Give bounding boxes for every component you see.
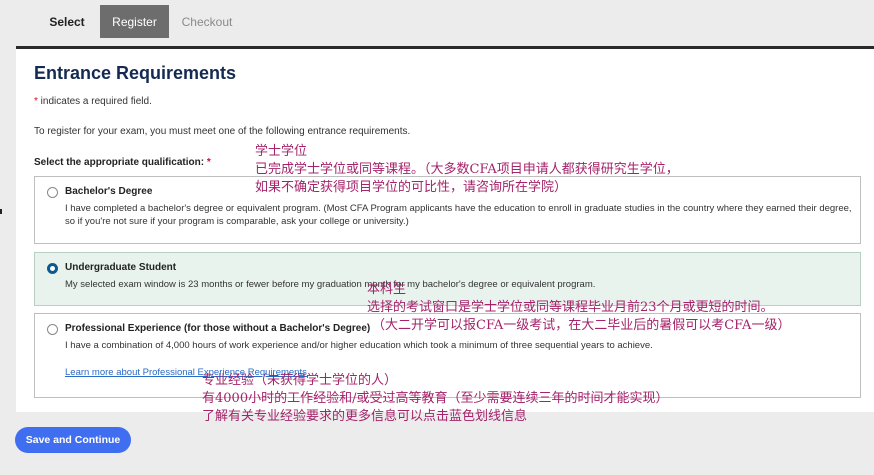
annotation-text: 如果不确定获得项目学位的可比性，请咨询所在学院） <box>255 180 568 195</box>
option-description: I have completed a bachelor's degree or … <box>65 203 852 227</box>
radio-professional-experience[interactable] <box>47 324 58 335</box>
page-title: Entrance Requirements <box>34 63 237 83</box>
annotation-text: 有4000小时的工作经验和/或受过高等教育（至少需要连续三年的时间才能实现） <box>202 391 669 406</box>
option-title: Bachelor's Degree <box>65 186 153 197</box>
option-title: Undergraduate Student <box>65 262 177 273</box>
annotation-text: 专业经验（未获得学士学位的人） <box>202 373 398 388</box>
option-description: I have a combination of 4,000 hours of w… <box>65 340 653 351</box>
step-select[interactable]: Select <box>36 5 98 38</box>
option-title: Professional Experience (for those witho… <box>65 323 371 334</box>
radio-bachelors-degree[interactable] <box>47 187 58 198</box>
step-checkout[interactable]: Checkout <box>172 5 242 38</box>
option-undergraduate-student[interactable]: Undergraduate Student My selected exam w… <box>34 252 861 306</box>
entrance-requirements-card: Entrance Requirements * indicates a requ… <box>16 46 874 412</box>
radio-undergraduate-student[interactable] <box>47 263 58 274</box>
annotation-text: 已完成学士学位或同等课程。（大多数CFA项目申请人都获得研究生学位， <box>255 162 679 177</box>
option-description: My selected exam window is 23 months or … <box>65 279 596 290</box>
required-note-text: indicates a required field. <box>37 96 152 107</box>
qualification-label: Select the appropriate qualification: * <box>34 157 211 168</box>
step-register[interactable]: Register <box>100 5 169 38</box>
intro-text: To register for your exam, you must meet… <box>34 126 411 137</box>
annotation-text: 学士学位 <box>255 144 308 159</box>
edge-marker <box>0 209 2 214</box>
annotation-text: （大二开学可以报CFA一级考试，在大二毕业后的暑假可以考CFA一级） <box>372 318 791 333</box>
required-field-note: * indicates a required field. <box>34 96 152 107</box>
required-star: * <box>206 157 211 168</box>
save-and-continue-button[interactable]: Save and Continue <box>15 427 131 453</box>
annotation-text: 选择的考试窗口是学士学位或同等课程毕业月前23个月或更短的时间。 <box>367 300 774 315</box>
annotation-text: 了解有关专业经验要求的更多信息可以点击蓝色划线信息 <box>202 409 528 424</box>
annotation-text: 本科生 <box>367 282 407 297</box>
progress-stepper: Select Register Checkout <box>0 0 874 44</box>
qualification-label-text: Select the appropriate qualification: <box>34 157 207 168</box>
